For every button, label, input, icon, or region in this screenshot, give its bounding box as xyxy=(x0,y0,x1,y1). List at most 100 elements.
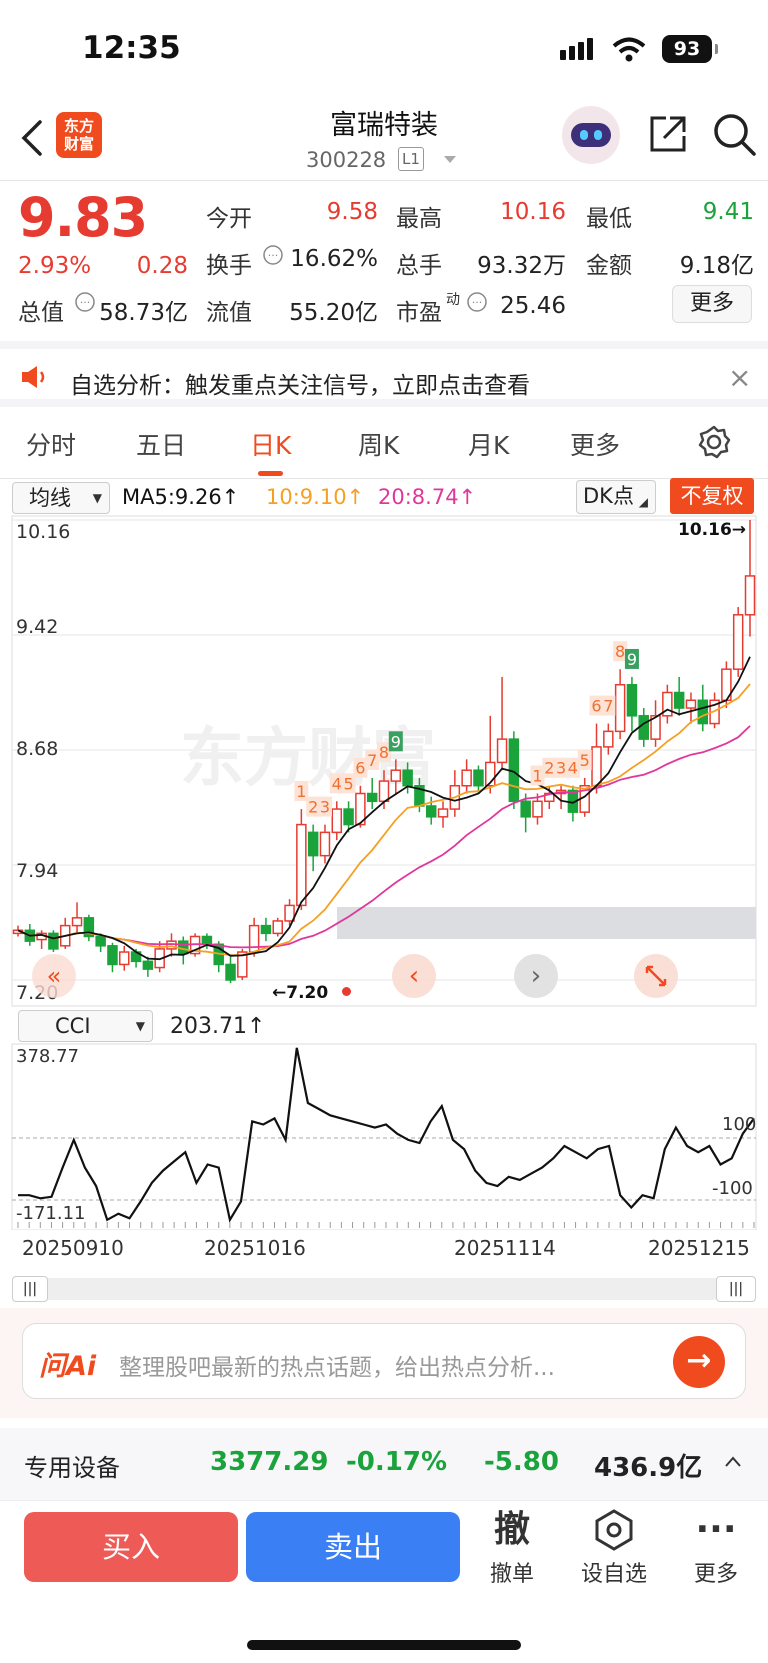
info-icon[interactable]: ··· xyxy=(74,291,96,313)
cci-top: 378.77 xyxy=(16,1046,79,1067)
cci-select[interactable]: CCI ▼ xyxy=(18,1010,153,1042)
sector-amount: 436.9亿 xyxy=(594,1453,703,1483)
home-indicator xyxy=(247,1640,521,1650)
mcap-value: 58.73亿 xyxy=(99,300,188,326)
send-arrow-icon[interactable]: → xyxy=(673,1336,725,1388)
candle xyxy=(296,823,307,907)
candle xyxy=(744,575,756,616)
settings-gear-icon[interactable] xyxy=(696,424,732,460)
svg-text:···: ··· xyxy=(268,249,279,262)
candle xyxy=(71,917,83,927)
candle xyxy=(520,800,531,818)
next-button[interactable]: › xyxy=(514,954,558,998)
sector-index: 3377.29 xyxy=(210,1447,329,1477)
td-marker-label: 1 xyxy=(532,767,542,786)
rewind-button[interactable]: « xyxy=(32,954,76,998)
tab-intraday[interactable]: 分时 xyxy=(26,426,76,462)
fullscreen-icon[interactable] xyxy=(634,954,678,998)
tab-more[interactable]: 更多 xyxy=(570,426,620,462)
sector-chg: -5.80 xyxy=(484,1447,559,1477)
sell-button[interactable]: 卖出 xyxy=(246,1512,460,1582)
more-quote-button[interactable]: 更多 xyxy=(672,285,752,323)
td-marker-label: 2 xyxy=(544,759,554,778)
ask-ai-box[interactable]: 问Ai 整理股吧最新的热点话题，给出热点分析... → xyxy=(22,1323,746,1399)
tab-five-day[interactable]: 五日 xyxy=(136,426,186,462)
more-button[interactable]: ··· 更多 xyxy=(668,1508,764,1588)
candle xyxy=(685,699,697,709)
tab-weekly-k[interactable]: 周K xyxy=(358,426,399,462)
ask-input[interactable]: 整理股吧最新的热点话题，给出热点分析... xyxy=(119,1348,639,1382)
turnover-label: 换手 xyxy=(206,253,252,279)
cancel-order-button[interactable]: 撤 撤单 xyxy=(464,1508,560,1588)
last-price: 9.83 xyxy=(18,186,148,249)
candle xyxy=(272,920,283,935)
td-marker-label: 7 xyxy=(367,751,377,770)
candle xyxy=(626,683,638,717)
search-icon[interactable] xyxy=(712,112,758,158)
candle xyxy=(119,951,130,966)
support-zone xyxy=(337,907,756,939)
close-icon[interactable]: × xyxy=(728,361,751,394)
tab-daily-k[interactable]: 日K xyxy=(250,426,291,476)
candle xyxy=(402,769,413,787)
tab-monthly-k[interactable]: 月K xyxy=(468,426,509,462)
candle xyxy=(425,805,437,818)
signal-banner[interactable]: 自选分析：触发重点关注信号，立即点击查看 × xyxy=(0,341,768,407)
candle xyxy=(201,935,213,946)
high-label: 最高 xyxy=(396,206,442,232)
low-label: 最低 xyxy=(586,206,632,232)
candle xyxy=(638,715,649,740)
change-amount: 0.28 xyxy=(136,253,188,279)
candle xyxy=(178,940,189,955)
candle xyxy=(732,614,744,670)
share-icon[interactable] xyxy=(646,112,690,156)
y-tick-label: 8.68 xyxy=(16,738,59,760)
candle xyxy=(307,831,319,857)
info-icon[interactable]: ··· xyxy=(466,291,488,313)
range-handle-right[interactable]: ||| xyxy=(716,1276,756,1302)
max-price-label: 10.16→ xyxy=(678,520,747,540)
amount-value: 9.18亿 xyxy=(679,253,754,279)
period-tabs: 分时 五日 日K 周K 月K 更多 xyxy=(0,410,768,478)
add-favorite-button[interactable]: 设自选 xyxy=(566,1508,662,1588)
td-marker-label: 6 xyxy=(591,697,601,716)
sector-bar[interactable]: 专用设备 3377.29 -0.17% -5.80 436.9亿 xyxy=(0,1428,768,1500)
float-value: 55.20亿 xyxy=(289,300,378,326)
hexagon-favorite-icon xyxy=(595,1509,633,1551)
td-marker-label: 5 xyxy=(343,774,353,793)
y-tick-label: 9.42 xyxy=(16,616,59,638)
range-slider[interactable] xyxy=(12,1278,756,1300)
candle xyxy=(48,932,59,950)
td-marker-label: 1 xyxy=(296,782,306,801)
ai-brand: 问Ai xyxy=(39,1351,97,1382)
high-value: 10.16 xyxy=(500,199,566,225)
level-badge[interactable]: L1 xyxy=(398,147,424,171)
turnover-value: 16.62% xyxy=(290,246,378,272)
chevron-down-icon[interactable] xyxy=(443,155,457,165)
pe-label: 市盈 xyxy=(396,300,442,326)
candle xyxy=(390,769,402,782)
y-tick-label: 10.16 xyxy=(16,521,71,543)
td-marker-label: 8 xyxy=(615,642,625,661)
kline-chart[interactable]: 东方财富 12 34 56 7 891 2 3 4 56 78 9 xyxy=(0,480,768,1010)
prev-button[interactable]: ‹ xyxy=(392,954,436,998)
low-value: 9.41 xyxy=(702,199,754,225)
cancel-glyph-icon: 撤 xyxy=(493,1509,530,1550)
td-marker-label: 7 xyxy=(603,697,613,716)
assistant-avatar[interactable] xyxy=(562,106,620,164)
volume-value: 93.32万 xyxy=(477,253,566,279)
range-handle-left[interactable]: ||| xyxy=(12,1276,48,1302)
open-value: 9.58 xyxy=(326,199,378,225)
cci-chart[interactable] xyxy=(0,1040,768,1230)
td-marker-label: 2 xyxy=(308,798,318,817)
candle xyxy=(603,730,614,748)
chevron-up-icon[interactable] xyxy=(724,1456,742,1468)
td-marker-label: 9 xyxy=(391,732,401,751)
stock-code: 300228 xyxy=(306,148,387,172)
candle xyxy=(366,792,378,803)
svg-text:···: ··· xyxy=(472,296,483,309)
buy-button[interactable]: 买入 xyxy=(24,1512,238,1582)
candle xyxy=(437,808,449,818)
date-label: 20251114 xyxy=(454,1236,556,1260)
candle xyxy=(697,699,709,725)
